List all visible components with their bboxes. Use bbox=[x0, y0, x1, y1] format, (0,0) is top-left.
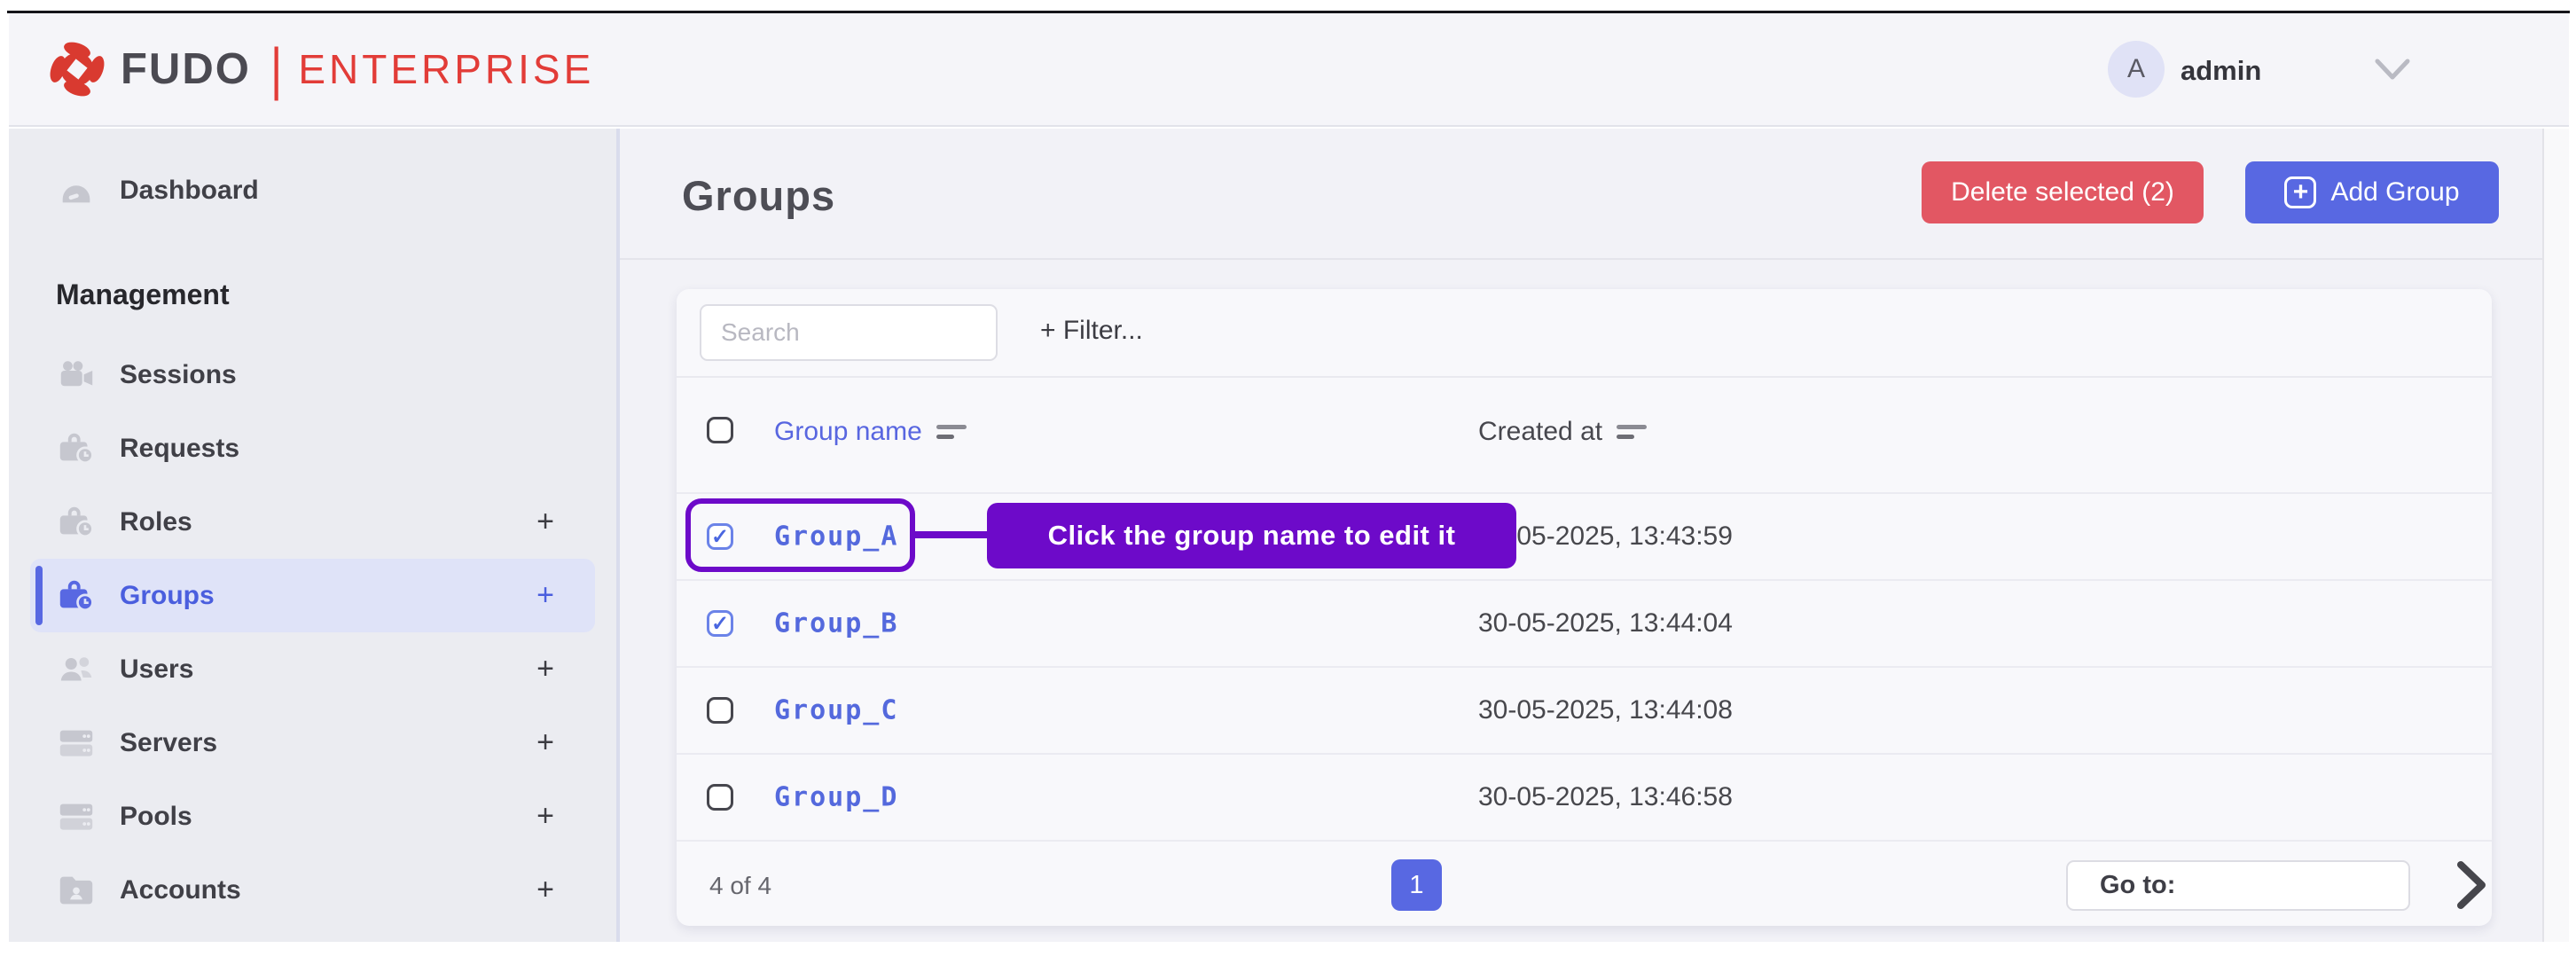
group-name-link[interactable]: Group_C bbox=[774, 695, 898, 726]
sidebar-item-requests[interactable]: Requests bbox=[30, 411, 595, 485]
next-page-icon[interactable] bbox=[2452, 858, 2491, 913]
created-at-value: 30-05-2025, 13:46:58 bbox=[1478, 782, 1733, 812]
add-group-button[interactable]: + Add Group bbox=[2245, 161, 2499, 223]
sidebar-item-servers[interactable]: Servers + bbox=[30, 706, 595, 780]
top-navbar: FUDO | ENTERPRISE A admin bbox=[9, 13, 2569, 127]
sessions-icon bbox=[56, 355, 97, 396]
table-header-row: Group name Created at bbox=[677, 378, 2492, 492]
sidebar-item-dashboard[interactable]: Dashboard bbox=[30, 153, 595, 227]
servers-icon bbox=[56, 723, 97, 764]
created-at-value: 30-05-2025, 13:43:59 bbox=[1478, 521, 1733, 552]
sidebar-item-users[interactable]: Users + bbox=[30, 632, 595, 706]
row-checkbox[interactable] bbox=[707, 697, 733, 724]
plus-square-icon: + bbox=[2284, 176, 2316, 208]
expand-plus-icon[interactable]: + bbox=[536, 725, 554, 760]
table-toolbar: + Filter... bbox=[677, 289, 2492, 376]
row-checkbox[interactable]: ✓ bbox=[707, 610, 733, 637]
page-1-button[interactable]: 1 bbox=[1391, 859, 1442, 911]
sidebar-nav: Dashboard Management Sessions Requests Roles… bbox=[9, 153, 616, 927]
table-body: ✓ Group_A 30-05-2025, 13:43:59 ✓ Group_B… bbox=[677, 492, 2492, 840]
sort-icon[interactable] bbox=[936, 425, 967, 439]
sidebar-item-label: Users bbox=[120, 654, 193, 685]
delete-selected-button[interactable]: Delete selected (2) bbox=[1922, 161, 2204, 223]
group-name-link[interactable]: Group_D bbox=[774, 782, 898, 813]
row-count: 4 of 4 bbox=[709, 872, 771, 900]
expand-plus-icon[interactable]: + bbox=[536, 578, 554, 613]
expand-plus-icon[interactable]: + bbox=[536, 873, 554, 907]
row-checkbox[interactable] bbox=[707, 784, 733, 811]
page-title: Groups bbox=[682, 171, 835, 220]
requests-icon bbox=[56, 428, 97, 469]
table-footer: 4 of 4 1 Go to: bbox=[677, 840, 2492, 927]
add-group-label: Add Group bbox=[2330, 177, 2459, 208]
goto-page-input[interactable]: Go to: bbox=[2066, 860, 2410, 911]
brand-logo: FUDO | ENTERPRISE bbox=[48, 13, 594, 125]
brand-separator: | bbox=[270, 36, 283, 103]
groups-table-card: + Filter... Group name Created at ✓ Grou… bbox=[677, 289, 2492, 926]
roles-icon bbox=[56, 502, 97, 543]
avatar[interactable]: A bbox=[2108, 41, 2165, 98]
goto-label: Go to: bbox=[2100, 871, 2175, 900]
users-icon bbox=[56, 649, 97, 690]
sidebar-item-label: Groups bbox=[120, 581, 215, 611]
brand-name: FUDO bbox=[121, 44, 251, 94]
chevron-down-icon[interactable] bbox=[2374, 56, 2411, 84]
brand-edition: ENTERPRISE bbox=[298, 45, 594, 93]
pools-icon bbox=[56, 796, 97, 837]
groups-icon bbox=[56, 576, 97, 616]
group-name-header-label: Group name bbox=[774, 417, 922, 447]
select-all-checkbox[interactable] bbox=[707, 417, 733, 443]
sidebar-section-management: Management bbox=[30, 278, 595, 311]
column-header-created-at[interactable]: Created at bbox=[1478, 417, 1647, 447]
group-name-link[interactable]: Group_B bbox=[774, 608, 898, 639]
annotation-connector-line bbox=[915, 531, 988, 538]
sidebar-item-label: Dashboard bbox=[120, 176, 259, 206]
sidebar-item-accounts[interactable]: Accounts + bbox=[30, 853, 595, 927]
annotation-callout: Click the group name to edit it bbox=[987, 503, 1516, 568]
page-header-divider bbox=[620, 258, 2542, 260]
user-name: admin bbox=[2181, 55, 2261, 87]
sidebar-item-groups[interactable]: Groups + bbox=[30, 559, 595, 632]
sidebar-item-label: Roles bbox=[120, 507, 192, 537]
user-menu[interactable]: A admin bbox=[2072, 13, 2569, 125]
accounts-icon bbox=[56, 870, 97, 911]
add-filter-button[interactable]: + Filter... bbox=[1040, 316, 1143, 346]
created-at-value: 30-05-2025, 13:44:04 bbox=[1478, 608, 1733, 639]
expand-plus-icon[interactable]: + bbox=[536, 652, 554, 686]
expand-plus-icon[interactable]: + bbox=[536, 799, 554, 834]
app-window: FUDO | ENTERPRISE A admin Dashboard Manag… bbox=[0, 0, 2576, 964]
column-header-group-name[interactable]: Group name bbox=[774, 417, 967, 447]
created-at-value: 30-05-2025, 13:44:08 bbox=[1478, 695, 1733, 725]
sidebar-item-pools[interactable]: Pools + bbox=[30, 780, 595, 853]
sidebar: Dashboard Management Sessions Requests Roles… bbox=[9, 129, 616, 942]
search-input[interactable] bbox=[700, 304, 998, 361]
row-checkbox[interactable]: ✓ bbox=[707, 523, 733, 550]
sort-icon[interactable] bbox=[1617, 425, 1647, 439]
expand-plus-icon[interactable]: + bbox=[536, 505, 554, 539]
scrollbar-track[interactable] bbox=[2542, 129, 2569, 942]
table-row: ✓ Group_B 30-05-2025, 13:44:04 bbox=[677, 579, 2492, 666]
group-name-link[interactable]: Group_A bbox=[774, 521, 898, 553]
dashboard-icon bbox=[56, 170, 97, 211]
main-content: Groups Delete selected (2) + Add Group +… bbox=[620, 129, 2542, 942]
table-row: Group_C 30-05-2025, 13:44:08 bbox=[677, 666, 2492, 753]
sidebar-item-label: Servers bbox=[120, 728, 217, 758]
sidebar-item-sessions[interactable]: Sessions bbox=[30, 338, 595, 411]
fudo-knot-icon bbox=[48, 40, 106, 98]
table-row: Group_D 30-05-2025, 13:46:58 bbox=[677, 753, 2492, 840]
sidebar-item-label: Sessions bbox=[120, 360, 237, 390]
sidebar-item-label: Pools bbox=[120, 802, 192, 832]
sidebar-item-label: Requests bbox=[120, 434, 239, 464]
sidebar-item-label: Accounts bbox=[120, 875, 241, 905]
sidebar-item-roles[interactable]: Roles + bbox=[30, 485, 595, 559]
created-at-header-label: Created at bbox=[1478, 417, 1602, 447]
